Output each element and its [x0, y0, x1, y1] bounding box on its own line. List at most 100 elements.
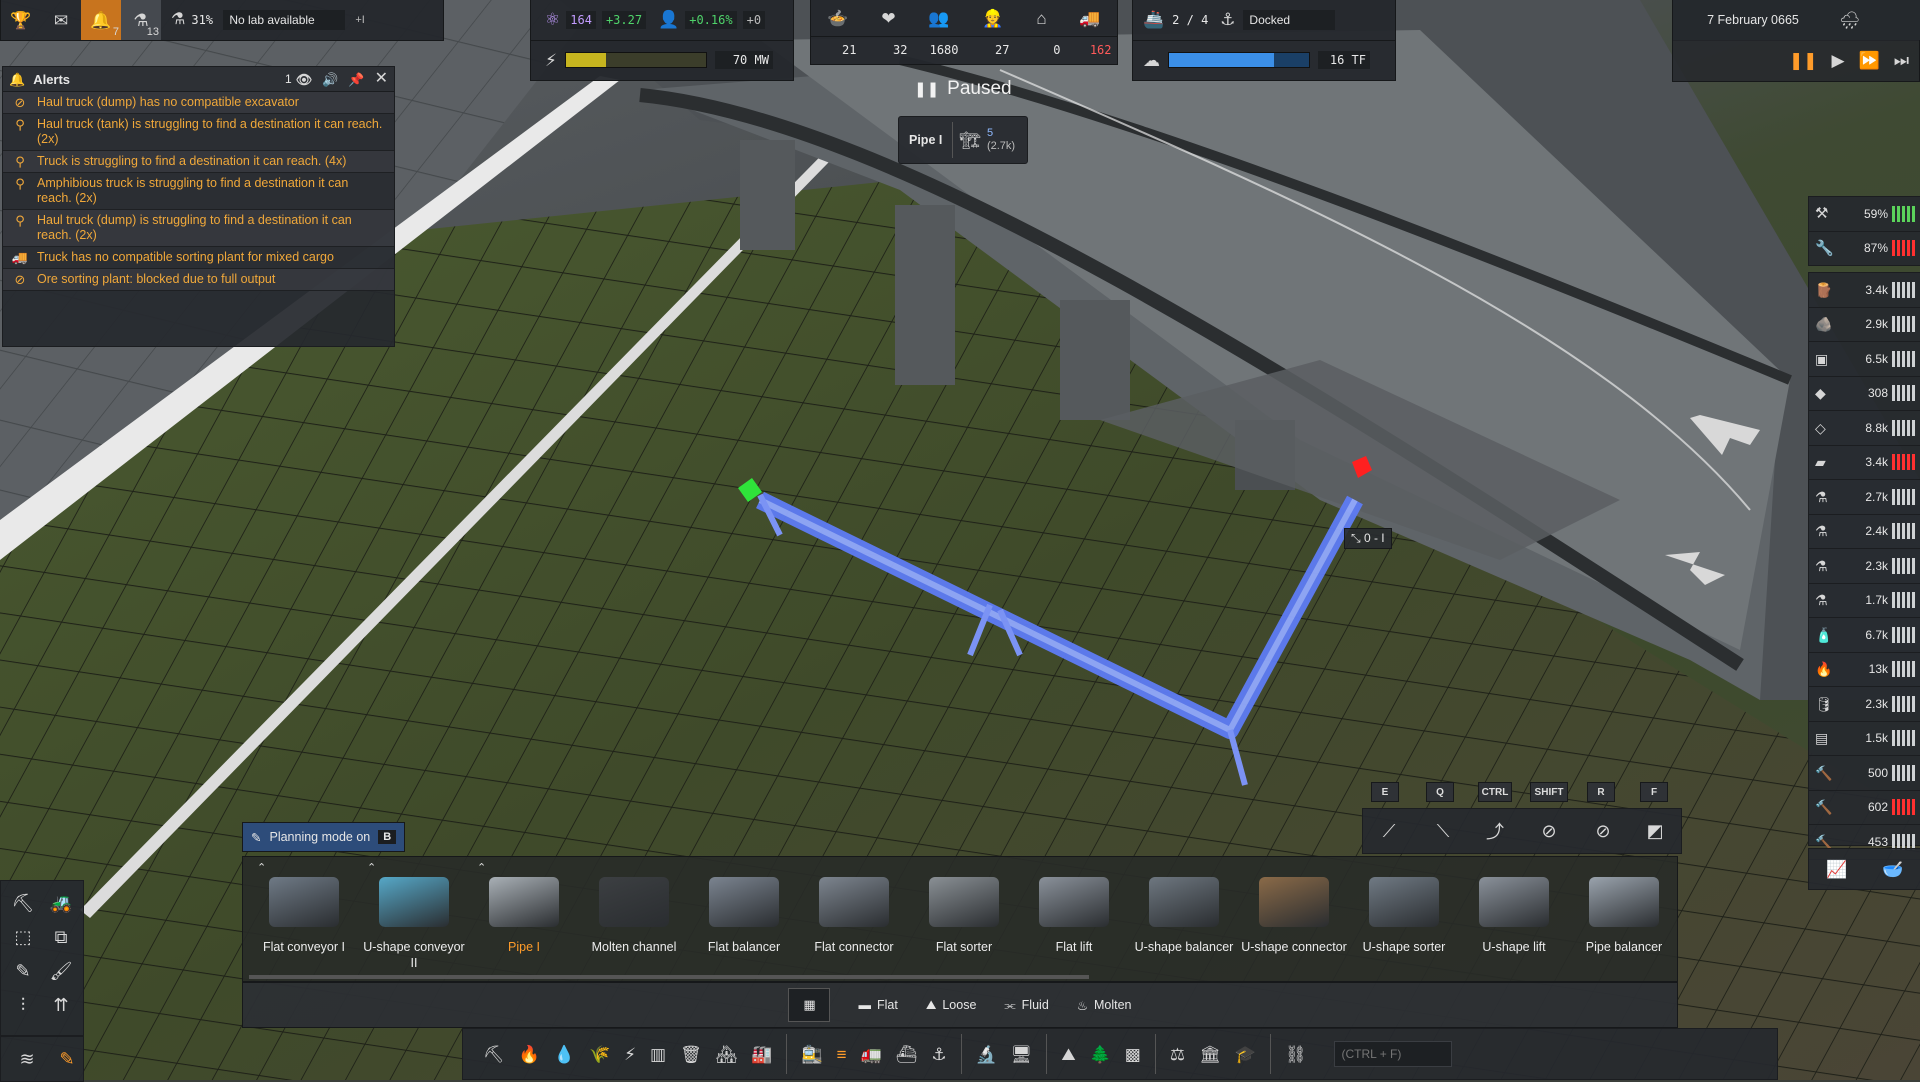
palette-item[interactable]: U-shape balancer — [1129, 861, 1239, 971]
category-fluid-button[interactable]: ⫘ Fluid — [1004, 998, 1048, 1013]
planning-mode-badge[interactable]: ✎ Planning mode on B — [242, 822, 406, 852]
tree-tool[interactable]: ⫶ — [3, 985, 43, 1025]
fast-forward-button[interactable]: ⏩ — [1859, 52, 1880, 69]
play-button[interactable]: ▶ — [1831, 52, 1844, 69]
alert-item[interactable]: ⚲ Truck is struggling to find a destinati… — [3, 151, 394, 173]
caret-up-icon[interactable]: ⌃ — [257, 861, 266, 874]
pause-button[interactable]: ❚❚ — [1789, 52, 1818, 69]
rotate-tool[interactable]: ⤴ — [1475, 811, 1515, 851]
storage-icon[interactable]: ▥ — [650, 1046, 666, 1063]
balance-icon[interactable]: ⚖ — [1170, 1046, 1185, 1063]
factory-icon[interactable]: 🏭 — [751, 1046, 772, 1063]
palette-item[interactable]: Pipe balancer — [1569, 861, 1679, 971]
palette-item[interactable]: Flat connector — [799, 861, 909, 971]
alert-item[interactable]: ⚲ Haul truck (dump) is struggling to find… — [3, 210, 394, 247]
resource-row[interactable]: 🛢 2.3k — [1809, 687, 1920, 722]
resource-row[interactable]: 🔨 500 — [1809, 756, 1920, 791]
resource-row[interactable]: ⚗ 2.7k — [1809, 480, 1920, 515]
achievements-button[interactable]: 🏆 — [1, 0, 41, 40]
vehicles-icon[interactable]: 🚛 — [861, 1046, 882, 1063]
palette-item[interactable]: U-shape lift — [1459, 861, 1569, 971]
category-all-button[interactable]: ▦ — [788, 988, 831, 1022]
category-loose-button[interactable]: ⛰ Loose — [926, 998, 977, 1013]
water-icon[interactable]: 💧 — [554, 1046, 575, 1063]
rate-row-mining[interactable]: ⚒ 59% — [1809, 197, 1920, 232]
planning-toggle-button[interactable]: ✎ — [47, 1039, 87, 1079]
resource-row[interactable]: ▣ 6.5k — [1809, 342, 1920, 377]
resource-row[interactable]: 🔨 602 — [1809, 791, 1920, 825]
research-build-icon[interactable]: 🔬 — [976, 1046, 997, 1063]
palette-item[interactable]: Molten channel — [579, 861, 689, 971]
stats-chart-icon[interactable]: 📈 — [1826, 861, 1847, 878]
layers-button[interactable]: ≋ — [7, 1039, 47, 1079]
caret-up-icon[interactable]: ⌃ — [367, 861, 376, 874]
conveyor-icon[interactable]: ≡ — [837, 1046, 847, 1063]
lab-status[interactable]: No lab available — [223, 10, 346, 30]
raise-tool[interactable]: ⟋ — [1369, 811, 1409, 851]
decoration-icon[interactable]: ▩ — [1125, 1046, 1141, 1063]
palette-scrollbar[interactable] — [249, 975, 1089, 979]
resource-row[interactable]: ▰ 3.4k — [1809, 446, 1920, 480]
lower-tool[interactable]: ⟍ — [1423, 811, 1463, 851]
resource-row[interactable]: 🧴 6.7k — [1809, 618, 1920, 653]
resource-row[interactable]: 🔥 13k — [1809, 653, 1920, 687]
farming-icon[interactable]: 🌾 — [589, 1046, 610, 1063]
palette-item[interactable]: ⌃ U-shape conveyor II — [359, 861, 469, 971]
smelting-icon[interactable]: 🔥 — [519, 1046, 540, 1063]
research-button[interactable]: ⚗ 13 — [121, 0, 161, 40]
resource-row[interactable]: ◇ 8.8k — [1809, 411, 1920, 446]
category-flat-button[interactable]: ▬ Flat — [858, 998, 897, 1012]
blueprint-icon[interactable]: ⛓ — [1285, 1046, 1307, 1063]
sound-icon[interactable]: 🔊 — [322, 73, 338, 86]
alert-item[interactable]: ⚲ Haul truck (tank) is struggling to find… — [3, 114, 394, 151]
mining-icon[interactable]: ⛏ — [483, 1046, 505, 1063]
flip-tool[interactable]: ◩ — [1635, 811, 1675, 851]
palette-item[interactable]: ⌃ Pipe I — [469, 861, 579, 971]
alert-item[interactable]: ⊘ Ore sorting plant: blocked due to full … — [3, 269, 394, 291]
search-input[interactable] — [1334, 1041, 1453, 1067]
waste-icon[interactable]: 🗑 — [680, 1046, 702, 1063]
resource-row[interactable]: ⚗ 1.7k — [1809, 584, 1920, 618]
close-icon[interactable]: ✕ — [375, 71, 388, 87]
caret-up-icon[interactable]: ⌃ — [477, 861, 486, 874]
messages-button[interactable]: ✉ — [41, 0, 81, 40]
lab-add-button[interactable]: +I — [355, 14, 364, 26]
category-molten-button[interactable]: ♨ Molten — [1077, 998, 1132, 1013]
housing-build-icon[interactable]: 🏘 — [716, 1046, 738, 1063]
education-icon[interactable]: 🎓 — [1235, 1046, 1256, 1063]
upgrade-tool[interactable]: ⇈ — [41, 985, 81, 1025]
alerts-toggle-button[interactable]: 🔔 7 — [81, 0, 121, 40]
transport-icon[interactable]: 🚉 — [801, 1046, 822, 1063]
palette-item[interactable]: Flat balancer — [689, 861, 799, 971]
no-snap-tool[interactable]: ⊘ — [1529, 811, 1569, 851]
palette-item[interactable]: U-shape connector — [1239, 861, 1349, 971]
palette-item[interactable]: U-shape sorter — [1349, 861, 1459, 971]
alert-item[interactable]: ⚲ Amphibious truck is struggling to find … — [3, 173, 394, 210]
palette-item[interactable]: Flat sorter — [909, 861, 1019, 971]
resource-row[interactable]: ⚗ 2.3k — [1809, 549, 1920, 584]
palette-item[interactable]: Flat lift — [1019, 861, 1129, 971]
resource-row[interactable]: ◆ 308 — [1809, 377, 1920, 411]
resource-icon: ◆ — [1815, 385, 1826, 402]
palette-item[interactable]: ⌃ Flat conveyor I — [249, 861, 359, 971]
fastest-button[interactable]: ⏭ — [1894, 52, 1909, 69]
trees-icon[interactable]: 🌲 — [1090, 1046, 1111, 1063]
resource-row[interactable]: ⚗ 2.4k — [1809, 515, 1920, 549]
resource-row[interactable]: 🪵 3.4k — [1809, 273, 1920, 308]
alert-item[interactable]: ⊘ Haul truck (dump) has no compatible exc… — [3, 92, 394, 114]
rate-row-maintenance[interactable]: 🔧 87% — [1809, 232, 1920, 266]
no-connect-tool[interactable]: ⊘ — [1583, 811, 1623, 851]
ship-build-icon[interactable]: ⛴ — [896, 1046, 918, 1063]
recipes-icon[interactable]: 🥣 — [1882, 861, 1903, 878]
dock-build-icon[interactable]: ⚓ — [931, 1046, 946, 1063]
computing-icon[interactable]: 🖥 — [1011, 1046, 1033, 1063]
terrain-icon[interactable]: ⛰ — [1061, 1046, 1075, 1063]
weather-icon[interactable]: 🌧 — [1839, 12, 1861, 29]
resource-row[interactable]: 🪨 2.9k — [1809, 308, 1920, 342]
power-build-icon[interactable]: ⚡ — [624, 1046, 636, 1063]
pin-panel-icon[interactable]: 📌 — [348, 73, 364, 86]
alert-item[interactable]: 🚚 Truck has no compatible sorting plant f… — [3, 247, 394, 269]
resource-row[interactable]: ▤ 1.5k — [1809, 722, 1920, 756]
buildings-icon[interactable]: 🏛 — [1199, 1046, 1221, 1063]
eye-icon[interactable]: 👁 — [296, 73, 313, 86]
